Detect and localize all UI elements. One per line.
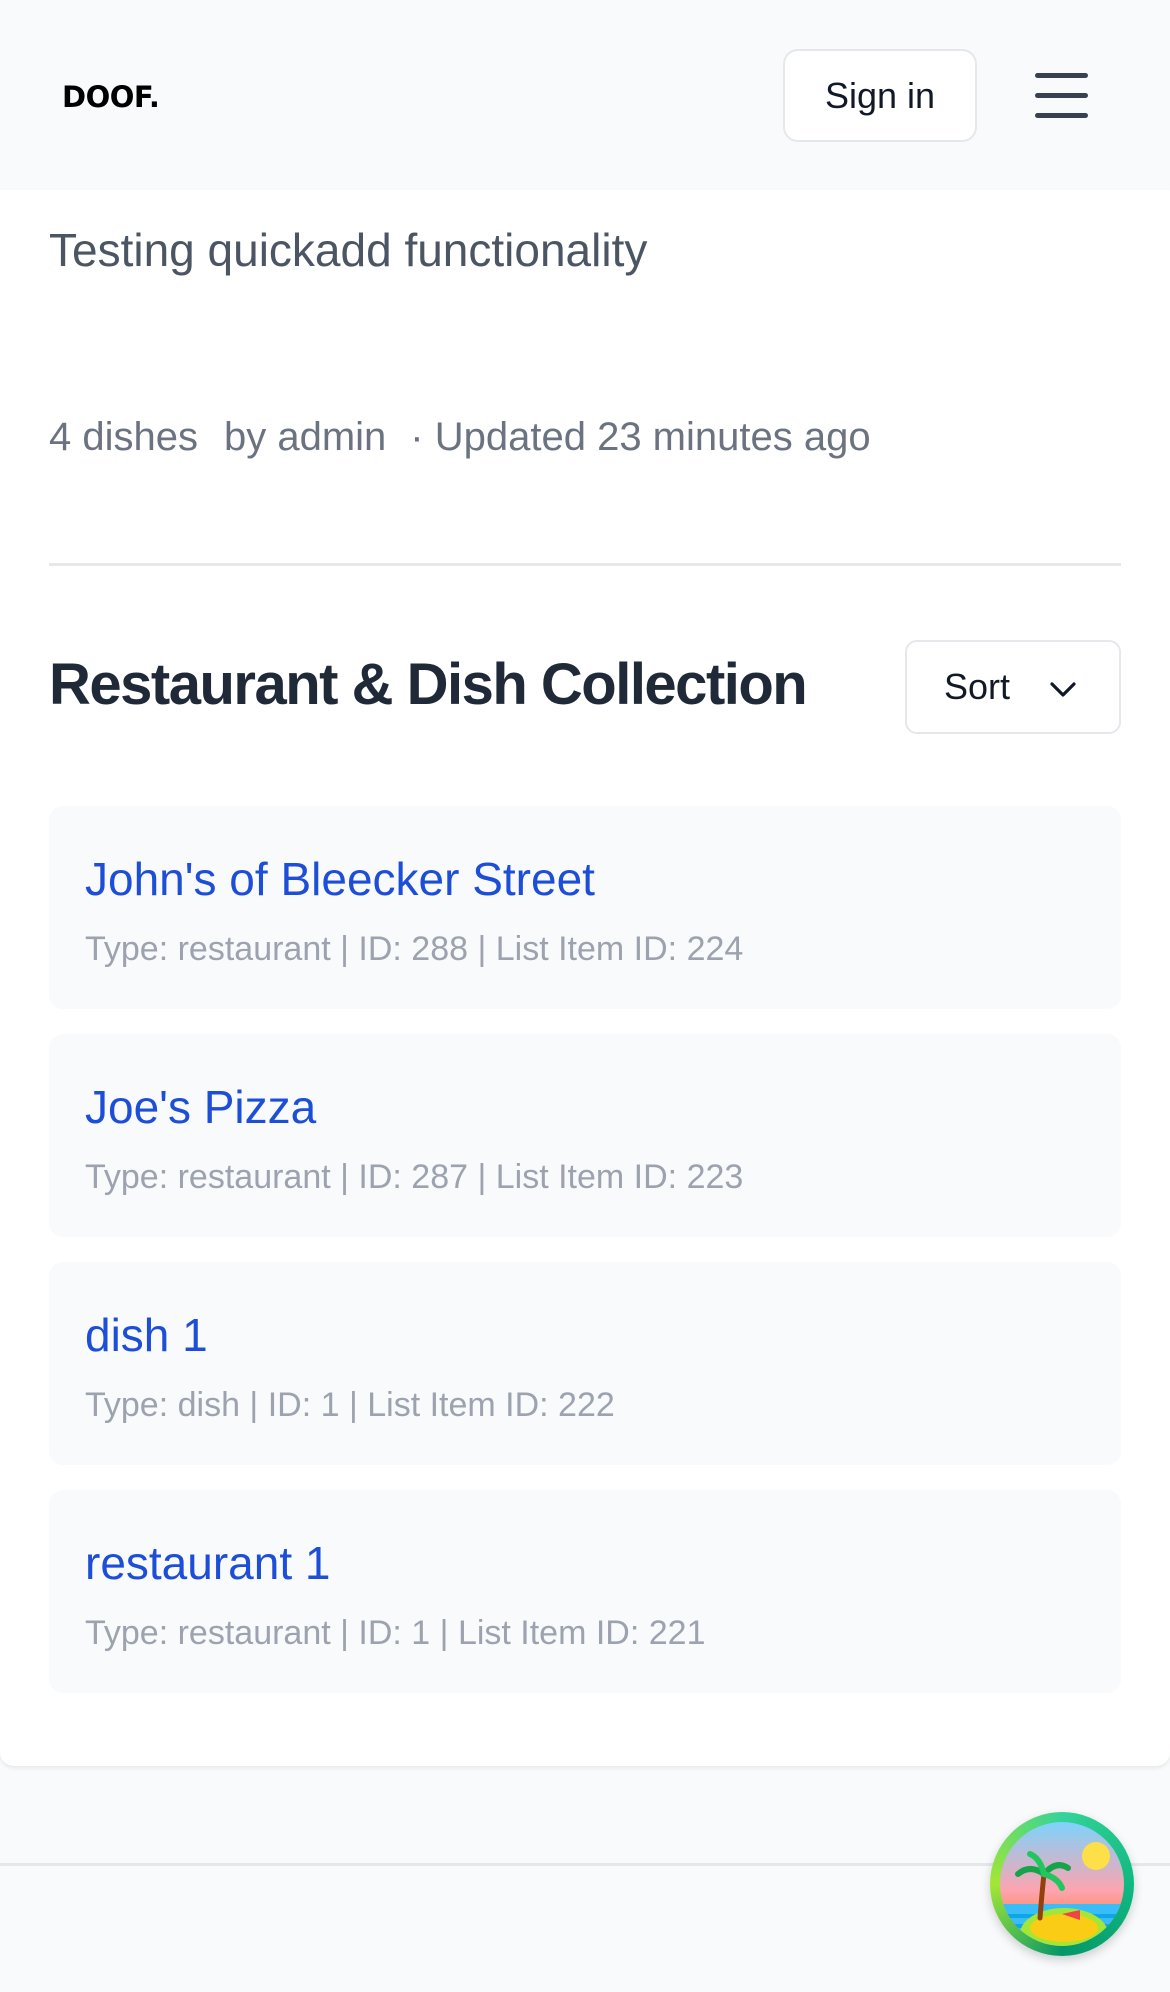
sign-in-button[interactable]: Sign in	[783, 49, 977, 142]
item-title-link[interactable]: Joe's Pizza	[85, 1079, 316, 1135]
app-header: DOOF. Sign in	[0, 0, 1170, 190]
hamburger-menu-icon[interactable]	[1030, 66, 1092, 126]
list-detail-card: Testing quickadd functionality 4 dishes …	[0, 190, 1170, 1766]
chevron-down-icon	[1050, 682, 1076, 697]
list-updated-time: · Updated 23 minutes ago	[410, 415, 871, 459]
item-meta: Type: restaurant | ID: 1 | List Item ID:…	[85, 1614, 706, 1652]
dish-count: 4 dishes	[49, 415, 198, 459]
list-description: Testing quickadd functionality	[49, 224, 648, 276]
app-logo[interactable]: DOOF.	[62, 80, 160, 114]
item-meta: Type: restaurant | ID: 288 | List Item I…	[85, 930, 744, 968]
item-meta: Type: dish | ID: 1 | List Item ID: 222	[85, 1386, 615, 1424]
item-title-link[interactable]: John's of Bleecker Street	[85, 851, 595, 907]
item-meta: Type: restaurant | ID: 287 | List Item I…	[85, 1158, 744, 1196]
section-divider	[49, 563, 1121, 566]
collection-title: Restaurant & Dish Collection	[49, 652, 808, 717]
sort-dropdown-button[interactable]: Sort	[905, 640, 1121, 734]
island-avatar-icon[interactable]	[990, 1812, 1134, 1956]
island-illustration	[1000, 1822, 1124, 1946]
item-title-link[interactable]: dish 1	[85, 1307, 208, 1363]
list-author[interactable]: by admin	[224, 412, 386, 462]
list-item[interactable]: John's of Bleecker Street Type: restaura…	[49, 806, 1121, 1009]
list-item[interactable]: Joe's Pizza Type: restaurant | ID: 287 |…	[49, 1034, 1121, 1237]
list-item[interactable]: restaurant 1 Type: restaurant | ID: 1 | …	[49, 1490, 1121, 1693]
list-item[interactable]: dish 1 Type: dish | ID: 1 | List Item ID…	[49, 1262, 1121, 1465]
item-title-link[interactable]: restaurant 1	[85, 1535, 330, 1591]
list-meta: 4 dishes by admin · Updated 23 minutes a…	[49, 412, 871, 462]
sort-label: Sort	[944, 666, 1011, 707]
